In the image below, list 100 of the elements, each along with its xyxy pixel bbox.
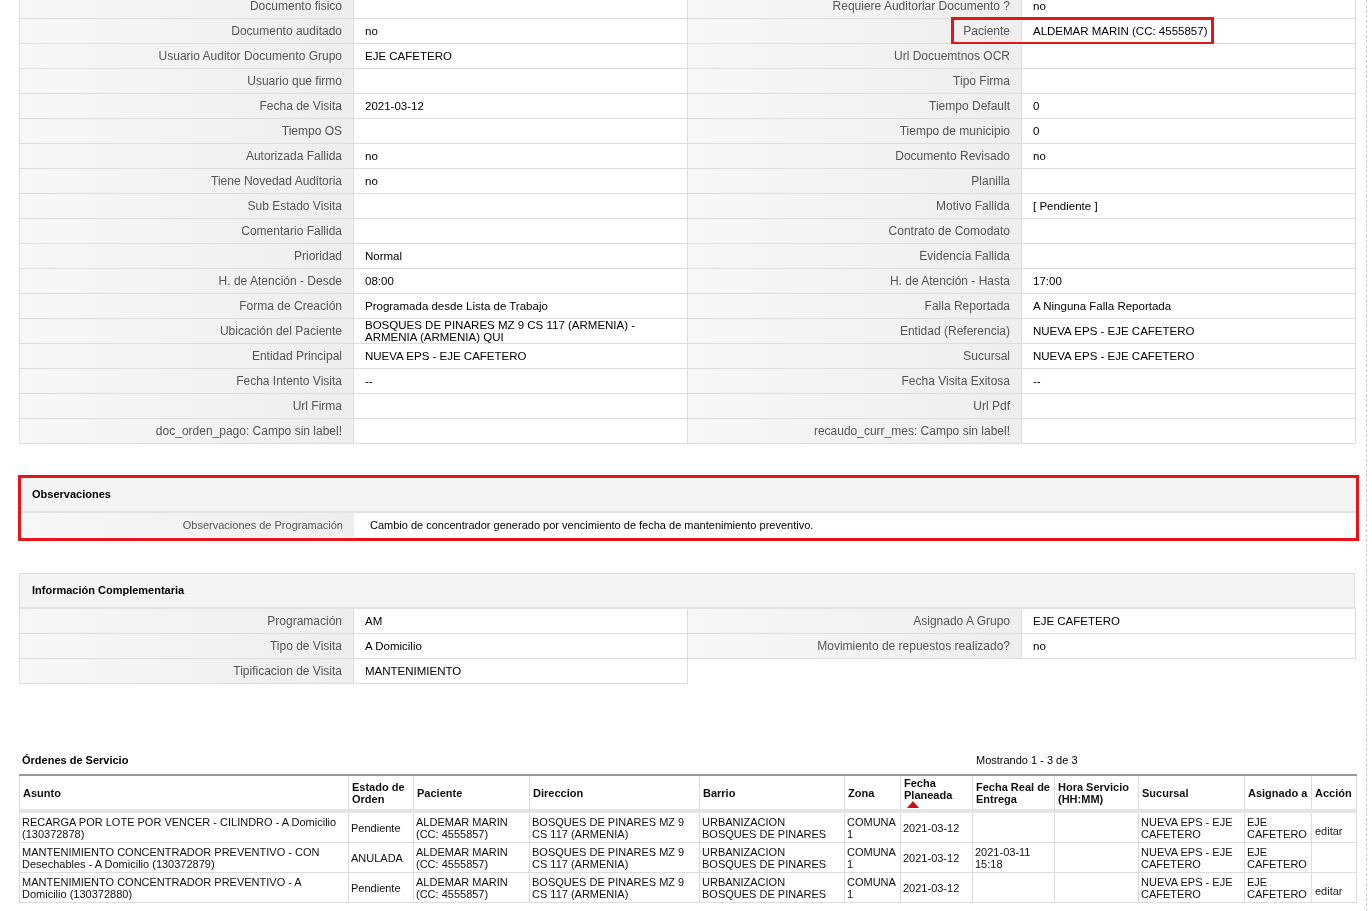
field-label: Prioridad bbox=[20, 244, 354, 269]
field-label: Tipificacion de Visita bbox=[20, 659, 354, 684]
field-label: Evidencia Fallida bbox=[688, 244, 1022, 269]
field-label: Fecha de Visita bbox=[20, 94, 354, 119]
field-value: -- bbox=[1022, 369, 1356, 394]
table-cell-text: BOSQUES DE PINARES MZ 9 CS 117 (ARMENIA) bbox=[532, 845, 686, 870]
table-cell-text: MANTENIMIENTO CONCENTRADOR PREVENTIVO - A Domicilio (130372880) bbox=[22, 875, 303, 900]
field-label: Requiere Auditoriar Documento ? bbox=[688, 0, 1022, 19]
field-label: Ubicación del Paciente bbox=[20, 319, 354, 344]
sort-ascending-icon bbox=[907, 801, 919, 808]
field-value: EJE CAFETERO bbox=[354, 44, 688, 69]
field-label: Paciente bbox=[688, 19, 1022, 44]
table-cell-text: ALDEMAR MARIN (CC: 4555857) bbox=[416, 815, 509, 840]
field-label: Comentario Fallida bbox=[20, 219, 354, 244]
field-label: Tiempo OS bbox=[20, 119, 354, 144]
field-value: NUEVA EPS - EJE CAFETERO bbox=[354, 344, 688, 369]
field-label: Tiempo Default bbox=[688, 94, 1022, 119]
table-cell-text: RECARGA POR LOTE POR VENCER - CILINDRO - A Domicilio (130372878) bbox=[22, 815, 338, 840]
field-value: 17:00 bbox=[1022, 269, 1356, 294]
field-label: doc_orden_pago: Campo sin label! bbox=[20, 419, 354, 444]
field-label: Usuario que firmo bbox=[20, 69, 354, 94]
field-value: NUEVA EPS - EJE CAFETERO bbox=[1022, 344, 1356, 369]
field-label: recaudo_curr_mes: Campo sin label! bbox=[688, 419, 1022, 444]
field-value: MANTENIMIENTO bbox=[354, 659, 688, 684]
field-label: Url Firma bbox=[20, 394, 354, 419]
table-cell-text: NUEVA EPS - EJE CAFETERO bbox=[1141, 845, 1234, 870]
field-label: Url Docuemtnos OCR bbox=[688, 44, 1022, 69]
field-label: Observaciones de Programación bbox=[182, 517, 343, 533]
field-label: Documento fisico bbox=[20, 0, 354, 19]
field-value: AM bbox=[354, 609, 688, 634]
field-label: Entidad (Referencia) bbox=[688, 319, 1022, 344]
field-label: Tipo Firma bbox=[688, 69, 1022, 94]
table-cell-text: NUEVA EPS - EJE CAFETERO bbox=[1141, 815, 1234, 840]
field-label: Tiempo de municipio bbox=[688, 119, 1022, 144]
field-label: Entidad Principal bbox=[20, 344, 354, 369]
field-value: no bbox=[354, 144, 688, 169]
field-value: EJE CAFETERO bbox=[1022, 609, 1356, 634]
field-label: Documento Revisado bbox=[688, 144, 1022, 169]
table-cell-text: COMUNA 1 bbox=[847, 875, 897, 900]
field-value: 0 bbox=[1022, 94, 1356, 119]
table-cell-text: ALDEMAR MARIN (CC: 4555857) bbox=[416, 845, 509, 870]
field-label: H. de Atención - Desde bbox=[20, 269, 354, 294]
table-cell-text: URBANIZACION BOSQUES DE PINARES bbox=[702, 845, 828, 870]
field-value: Programada desde Lista de Trabajo bbox=[354, 294, 688, 319]
table-cell-text: 2021-03-11 15:18 bbox=[975, 845, 1032, 870]
section-title: Información Complementaria bbox=[32, 583, 185, 599]
field-value: no bbox=[1022, 634, 1356, 659]
paging-info: Mostrando 1 - 3 de 3 bbox=[976, 752, 1078, 768]
field-value: [ Pendiente ] bbox=[1022, 194, 1356, 219]
field-label: Programación bbox=[20, 609, 354, 634]
table-cell-text: NUEVA EPS - EJE CAFETERO bbox=[1141, 875, 1234, 900]
field-value: 08:00 bbox=[354, 269, 688, 294]
table-cell-text: COMUNA 1 bbox=[847, 845, 897, 870]
field-value: A Ninguna Falla Reportada bbox=[1022, 294, 1356, 319]
field-label: Planilla bbox=[688, 169, 1022, 194]
field-label: Movimiento de repuestos realizado? bbox=[688, 634, 1022, 659]
field-label: Sucursal bbox=[688, 344, 1022, 369]
table-title: Órdenes de Servicio bbox=[21, 752, 130, 768]
table-cell-text: URBANIZACION BOSQUES DE PINARES bbox=[702, 815, 828, 840]
field-label: Forma de Creación bbox=[20, 294, 354, 319]
field-value: no bbox=[354, 19, 688, 44]
field-label: Fecha Intento Visita bbox=[20, 369, 354, 394]
field-label: Falla Reportada bbox=[688, 294, 1022, 319]
field-label: Asignado A Grupo bbox=[688, 609, 1022, 634]
table-cell-text: Pendiente bbox=[351, 821, 402, 834]
table-cell-text: COMUNA 1 bbox=[847, 815, 897, 840]
field-label: Documento auditado bbox=[20, 19, 354, 44]
field-value: Normal bbox=[354, 244, 688, 269]
field-label: Url Pdf bbox=[688, 394, 1022, 419]
table-cell-text: EJE CAFETERO bbox=[1247, 875, 1308, 900]
field-value: Cambio de concentrador generado por vencimiento de fecha de mantenimiento preventivo. bbox=[370, 517, 814, 533]
field-label: Sub Estado Visita bbox=[20, 194, 354, 219]
field-value: BOSQUES DE PINARES MZ 9 CS 117 (ARMENIA) - ARMENIA (ARMENIA) QUI bbox=[354, 319, 688, 344]
field-label: H. de Atención - Hasta bbox=[688, 269, 1022, 294]
field-value: 0 bbox=[1022, 119, 1356, 144]
field-value: NUEVA EPS - EJE CAFETERO bbox=[1022, 319, 1356, 344]
table-cell-text: EJE CAFETERO bbox=[1247, 845, 1308, 870]
field-value: no bbox=[1022, 144, 1356, 169]
table-cell-text: 2021-03-12 bbox=[903, 851, 961, 864]
field-label: Motivo Fallida bbox=[688, 194, 1022, 219]
table-cell-text: BOSQUES DE PINARES MZ 9 CS 117 (ARMENIA) bbox=[532, 875, 686, 900]
table-cell-text: EJE CAFETERO bbox=[1247, 815, 1308, 840]
field-value: -- bbox=[354, 369, 688, 394]
field-label: Tiene Novedad Auditoria bbox=[20, 169, 354, 194]
field-value: no bbox=[354, 169, 688, 194]
field-value: A Domicilio bbox=[354, 634, 688, 659]
table-cell-text: URBANIZACION BOSQUES DE PINARES bbox=[702, 875, 828, 900]
field-label: Autorizada Fallida bbox=[20, 144, 354, 169]
field-label: Contrato de Comodato bbox=[688, 219, 1022, 244]
field-value: 2021-03-12 bbox=[354, 94, 688, 119]
section-title: Observaciones bbox=[32, 487, 111, 503]
table-cell-text: BOSQUES DE PINARES MZ 9 CS 117 (ARMENIA) bbox=[532, 815, 686, 840]
table-cell-text: Pendiente bbox=[351, 881, 402, 894]
field-label: Usuario Auditor Documento Grupo bbox=[20, 44, 354, 69]
table-cell-text: 2021-03-12 bbox=[903, 881, 961, 894]
table-cell-text: ANULADA bbox=[351, 851, 404, 864]
field-label: Fecha Visita Exitosa bbox=[688, 369, 1022, 394]
table-cell-text: MANTENIMIENTO CONCENTRADOR PREVENTIVO - CON Desechables - A Domicilio (130372879) bbox=[22, 845, 321, 870]
table-cell-text: 2021-03-12 bbox=[903, 821, 961, 834]
table-cell-text: ALDEMAR MARIN (CC: 4555857) bbox=[416, 875, 509, 900]
